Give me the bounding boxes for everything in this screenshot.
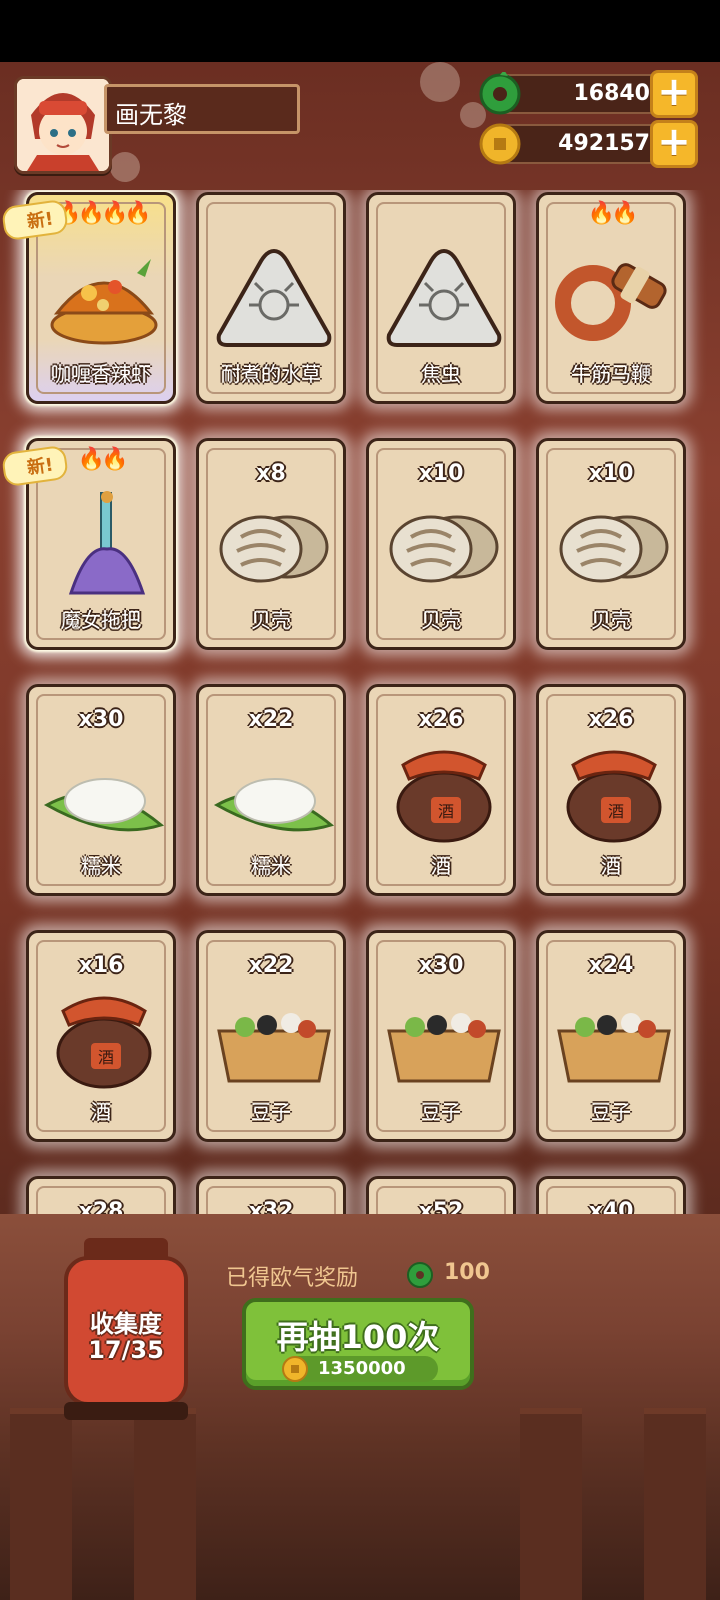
sticky-rice-icon [41, 735, 167, 845]
gold-coin-icon [479, 123, 521, 165]
card-name: 贝壳 [421, 608, 461, 632]
fence-post [520, 1408, 582, 1600]
lantern-stand [64, 1402, 188, 1420]
collection-card[interactable]: 🔥🔥🔥🔥 新! 咖喱香辣虾 [0, 192, 176, 404]
clam-shell-icon [211, 489, 337, 599]
reward-label: 已得欧气奖励 [226, 1266, 359, 1291]
card-name: 魔女拖把 [61, 608, 141, 632]
draw-cost-pill: 1350000 [282, 1356, 438, 1382]
card-name: 咖喱香辣虾 [51, 362, 151, 386]
card-name: 豆子 [251, 1100, 291, 1124]
jade-currency-bar: 16840 + [479, 70, 698, 118]
reward-value: 100 [444, 1260, 490, 1285]
gold-currency-bar: 492157 + [479, 120, 698, 168]
draw-again-button[interactable]: 再抽100次 1350000 [242, 1298, 474, 1390]
card-name: 贝壳 [591, 608, 631, 632]
svg-text:酒: 酒 [98, 1048, 114, 1067]
collection-card[interactable]: x22 糯米 [196, 684, 346, 896]
card-count: x26 [588, 707, 634, 732]
collection-card[interactable]: x26 酒酒 [366, 684, 516, 896]
sticky-rice-icon [211, 735, 337, 845]
card-name: 焦虫 [421, 362, 461, 386]
card-count: x8 [256, 461, 286, 486]
locked-bug-icon [381, 243, 507, 353]
svg-text:酒: 酒 [438, 802, 454, 821]
collection-card[interactable]: x30 豆子 [366, 930, 516, 1142]
card-name: 酒 [91, 1100, 111, 1124]
clam-shell-icon [551, 489, 677, 599]
collection-card[interactable]: 🔥🔥 牛筋马鞭 [536, 192, 686, 404]
card-count: x24 [588, 953, 634, 978]
svg-text:酒: 酒 [608, 802, 624, 821]
wine-jar-icon: 酒 [381, 735, 507, 845]
card-grid: 🔥🔥🔥🔥 新! 咖喱香辣虾耐煮的水草 焦虫 🔥🔥 牛筋马鞭 🔥🔥 新! 魔女拖把 x8 贝壳 x10 贝… [0, 190, 720, 1238]
player-name: 画无黎 [115, 101, 187, 129]
bean-box-icon [551, 981, 677, 1091]
wine-jar-icon: 酒 [551, 735, 677, 845]
rarity-flames: 🔥🔥 [587, 201, 639, 226]
add-gold-button[interactable]: + [650, 120, 698, 168]
card-count: x10 [418, 461, 464, 486]
fence-post [10, 1408, 72, 1600]
card-name: 糯米 [251, 854, 291, 878]
collection-card[interactable]: 🔥🔥 新! 魔女拖把 [0, 438, 176, 650]
collection-card[interactable]: x22 豆子 [196, 930, 346, 1142]
add-jade-button[interactable]: + [650, 70, 698, 118]
card-name: 贝壳 [251, 608, 291, 632]
card-count: x22 [248, 953, 294, 978]
collection-progress: 17/35 [88, 1336, 164, 1364]
gold-amount: 492157 [558, 131, 650, 156]
card-count: x22 [248, 707, 294, 732]
card-count: x30 [78, 707, 124, 732]
collection-card[interactable]: x8 贝壳 [196, 438, 346, 650]
draw-cost: 1350000 [318, 1358, 406, 1379]
card-count: x16 [78, 953, 124, 978]
card-name: 糯米 [81, 854, 121, 878]
fence-post [644, 1408, 706, 1600]
collection-label: 收集度 [90, 1310, 162, 1338]
locked-waterweed-icon [211, 243, 337, 353]
player-avatar[interactable] [14, 76, 112, 174]
card-count: x30 [418, 953, 464, 978]
collection-card[interactable]: x16 酒酒 [26, 930, 176, 1142]
jade-amount: 16840 [573, 81, 650, 106]
collection-card[interactable]: x10 贝壳 [536, 438, 686, 650]
bean-box-icon [381, 981, 507, 1091]
draw-again-label: 再抽100次 [276, 1318, 440, 1356]
gold-coin-icon [282, 1356, 308, 1382]
status-bar [0, 0, 720, 62]
jade-coin-icon [407, 1262, 433, 1288]
collection-card[interactable]: 耐煮的水草 [196, 192, 346, 404]
bean-box-icon [211, 981, 337, 1091]
card-name: 酒 [431, 854, 451, 878]
avatar-portrait-icon [17, 79, 109, 171]
card-name: 豆子 [591, 1100, 631, 1124]
collection-lantern[interactable]: 收集度 17/35 [64, 1256, 188, 1406]
beef-tendon-whip-icon [551, 243, 677, 353]
card-name: 牛筋马鞭 [571, 362, 651, 386]
player-nameplate: 画无黎 [104, 84, 300, 134]
wine-jar-icon: 酒 [41, 981, 167, 1091]
clam-shell-icon [381, 489, 507, 599]
card-name: 豆子 [421, 1100, 461, 1124]
witch-mop-icon [41, 489, 167, 599]
jade-coin-icon [479, 72, 521, 115]
collection-card[interactable]: x10 贝壳 [366, 438, 516, 650]
collection-card[interactable]: x24 豆子 [536, 930, 686, 1142]
card-count: x26 [418, 707, 464, 732]
card-count: x10 [588, 461, 634, 486]
curry-shrimp-icon [41, 243, 167, 353]
collection-card[interactable]: 焦虫 [366, 192, 516, 404]
card-name: 耐煮的水草 [221, 362, 321, 386]
fence-post [134, 1408, 196, 1600]
card-name: 酒 [601, 854, 621, 878]
collection-card[interactable]: x26 酒酒 [536, 684, 686, 896]
collection-card[interactable]: x30 糯米 [26, 684, 176, 896]
